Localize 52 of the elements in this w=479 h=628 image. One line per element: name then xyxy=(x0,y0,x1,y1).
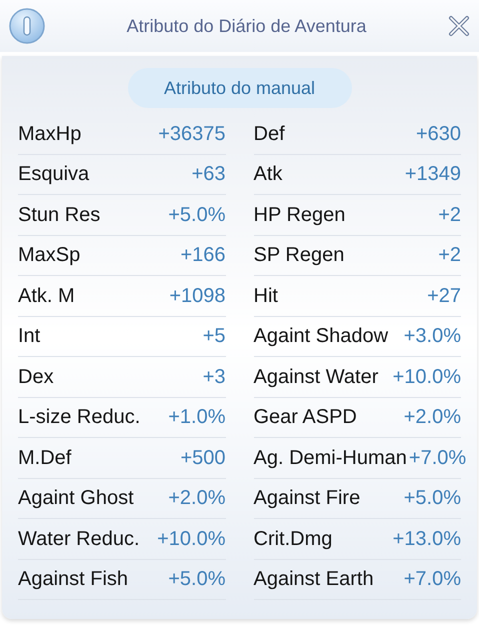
attribute-value: +1098 xyxy=(169,284,226,309)
attribute-value: +36375 xyxy=(158,122,226,147)
attribute-label: Crit.Dmg xyxy=(254,526,332,552)
attribute-value: +5.0% xyxy=(168,567,226,592)
attribute-value: +2.0% xyxy=(404,405,461,430)
attribute-value: +63 xyxy=(192,162,226,188)
attribute-label: Against Earth xyxy=(254,567,374,592)
section-tab[interactable]: Atributo do manual xyxy=(128,68,352,108)
attribute-label: Int xyxy=(18,324,40,350)
attribute-label: Dex xyxy=(18,364,54,390)
attribute-label: M.Def xyxy=(18,446,72,471)
attribute-label: Atk xyxy=(254,162,282,188)
attribute-value: +13.0% xyxy=(392,526,461,552)
attribute-label: MaxHp xyxy=(18,122,82,147)
attribute-label: Atk. M xyxy=(18,284,75,309)
attribute-label: L-size Reduc. xyxy=(18,405,140,430)
info-icon[interactable] xyxy=(8,7,46,45)
attribute-label: Against Fire xyxy=(254,486,360,512)
attribute-value: +5 xyxy=(202,324,226,350)
attribute-value: +5.0% xyxy=(168,202,226,228)
window-title: Atributo do Diário de Aventura xyxy=(126,16,366,36)
attribute-value: +2.0% xyxy=(168,486,226,512)
attribute-label: SP Regen xyxy=(254,243,344,268)
attribute-value: +7.0% xyxy=(408,446,466,471)
attribute-label: Againt Shadow xyxy=(254,324,388,350)
attribute-value: +5.0% xyxy=(404,486,461,512)
attribute-label: Stun Res xyxy=(18,202,100,228)
attribute-label: Hit xyxy=(254,284,278,309)
attribute-label: Against Water xyxy=(254,364,378,390)
attribute-value: +27 xyxy=(427,284,461,309)
attribute-label: Water Reduc. xyxy=(18,526,140,552)
attribute-value: +3.0% xyxy=(404,324,461,350)
attribute-value: +1.0% xyxy=(168,405,226,430)
close-icon[interactable] xyxy=(447,14,471,38)
attribute-value: +1349 xyxy=(404,162,461,188)
attribute-label: Ag. Demi-Human xyxy=(254,446,407,471)
attribute-label: MaxSp xyxy=(18,243,80,268)
attribute-label: HP Regen xyxy=(254,202,346,228)
attribute-value: +7.0% xyxy=(404,567,461,592)
attribute-value: +2 xyxy=(438,243,461,268)
attribute-label: Def xyxy=(254,122,285,147)
attribute-value: +500 xyxy=(180,446,226,471)
attribute-value: +2 xyxy=(438,202,461,228)
attribute-value: +166 xyxy=(180,243,226,268)
attribute-label: Gear ASPD xyxy=(254,405,357,430)
attribute-label: Against Fish xyxy=(18,567,128,592)
attribute-label: Againt Ghost xyxy=(18,486,134,512)
attribute-value: +10.0% xyxy=(392,364,461,390)
attribute-value: +10.0% xyxy=(157,526,226,552)
attribute-label: Esquiva xyxy=(18,162,90,188)
attribute-value: +3 xyxy=(202,364,226,390)
attribute-value: +630 xyxy=(416,122,461,147)
